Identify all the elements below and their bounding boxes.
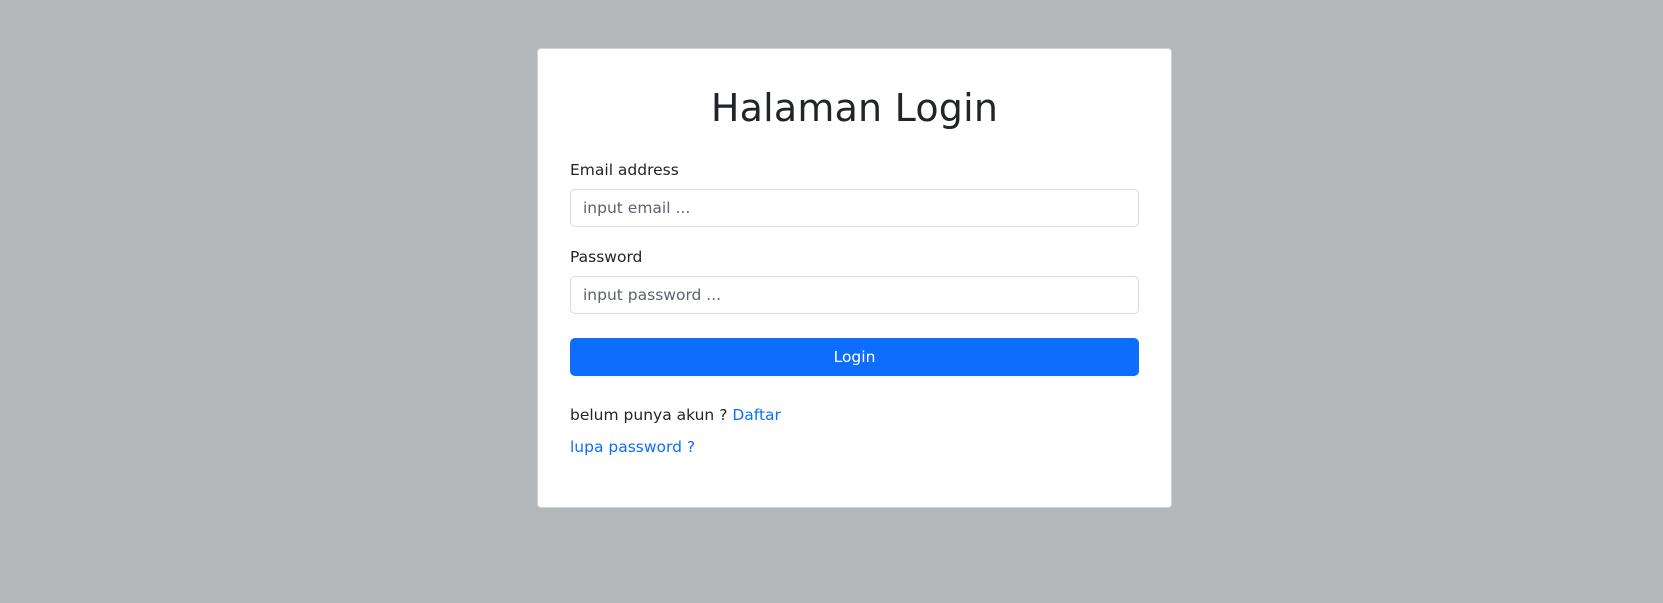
login-card: Halaman Login Email address Password Log… xyxy=(537,48,1172,508)
register-prompt-text: belum punya akun ? xyxy=(570,406,733,424)
forgot-password-link[interactable]: lupa password ? xyxy=(570,438,695,456)
login-button[interactable]: Login xyxy=(570,338,1139,376)
page-title: Halaman Login xyxy=(710,86,999,130)
password-field[interactable] xyxy=(570,276,1139,314)
register-prompt-row: belum punya akun ? Daftar xyxy=(570,404,1139,426)
register-link[interactable]: Daftar xyxy=(732,406,781,424)
email-field[interactable] xyxy=(570,189,1139,227)
forgot-password-row: lupa password ? xyxy=(570,436,1139,458)
email-label: Email address xyxy=(570,161,679,179)
password-label: Password xyxy=(570,248,643,266)
